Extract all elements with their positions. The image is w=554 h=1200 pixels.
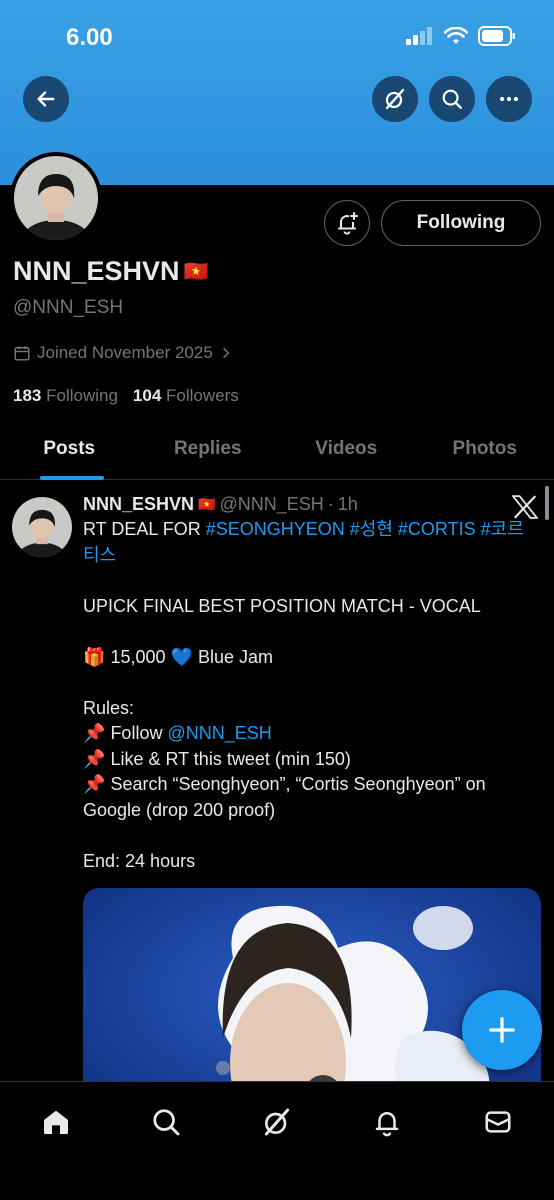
status-icons — [406, 26, 516, 46]
tab-replies[interactable]: Replies — [139, 418, 278, 479]
tweet-header: NNN_ESHVN 🇻🇳 @NNN_ESH · 1h — [83, 494, 543, 515]
grok-icon — [385, 88, 405, 110]
nav-messages[interactable] — [478, 1102, 518, 1142]
grok-button[interactable] — [372, 76, 418, 122]
followers-count: 104 — [132, 386, 162, 405]
tweet-prize-line: 🎁 15,000 💙 Blue Jam — [83, 645, 539, 671]
tweet-line-hashtags: RT DEAL FOR #SEONGHYEON #성현 #CORTIS #코르티… — [83, 517, 539, 568]
pin-emoji: 📌 — [83, 748, 106, 769]
hashtag-link[interactable]: #성현 — [350, 519, 393, 539]
search-button[interactable] — [429, 76, 475, 122]
nav-home[interactable] — [36, 1102, 76, 1142]
arrow-left-icon — [37, 91, 55, 107]
tweet-author-handle[interactable]: @NNN_ESH — [219, 494, 323, 515]
rule2-text: Like & RT this tweet (min 150) — [110, 748, 351, 769]
tweet-end-line: End: 24 hours — [83, 850, 196, 871]
battery-icon — [478, 26, 515, 46]
rule-item: 📌 Search “Seonghyeon”, “Cortis Seonghyeo… — [83, 772, 539, 823]
nav-search[interactable] — [146, 1102, 186, 1142]
followers-label: Followers — [166, 386, 239, 405]
tweet-separator: · — [327, 494, 334, 514]
profile-handle: @NNN_ESH — [13, 297, 124, 318]
rules-heading: Rules: — [83, 697, 135, 718]
bottom-navigation — [0, 1081, 554, 1200]
profile-name-text: NNN_ESHVN — [13, 256, 180, 286]
tweet-text: RT DEAL FOR #SEONGHYEON #성현 #CORTIS #코르티… — [83, 517, 539, 874]
status-time: 6.00 — [66, 24, 113, 51]
bell-plus-icon — [338, 212, 358, 235]
tweet-line1-prefix: RT DEAL FOR — [83, 519, 206, 539]
hashtag-link[interactable]: #CORTIS — [398, 519, 476, 539]
more-horizontal-icon — [500, 96, 518, 102]
joined-date-row[interactable]: Joined November 2025 — [13, 343, 233, 363]
wifi-icon — [444, 27, 468, 44]
tab-photos-label: Photos — [452, 437, 517, 459]
profile-tabs: Posts Replies Videos Photos — [0, 418, 554, 480]
tab-videos[interactable]: Videos — [277, 418, 416, 479]
gift-emoji: 🎁 — [83, 646, 106, 667]
following-button[interactable]: Following — [381, 200, 541, 246]
following-count: 183 — [13, 386, 42, 405]
tab-videos-label: Videos — [315, 437, 378, 459]
profile-display-name: NNN_ESHVN 🇻🇳 — [13, 256, 208, 287]
followers-count-link[interactable]: 104 Followers — [133, 386, 239, 406]
rule-item: 📌 Like & RT this tweet (min 150) — [83, 747, 539, 773]
tweet-title-line: UPICK FINAL BEST POSITION MATCH - VOCAL — [83, 595, 481, 616]
back-button[interactable] — [23, 76, 69, 122]
prize-label: Blue Jam — [197, 646, 273, 667]
tweet-item[interactable]: NNN_ESHVN 🇻🇳 @NNN_ESH · 1h RT DEAL FOR #… — [0, 481, 554, 1081]
notification-subscribe-button[interactable] — [324, 200, 370, 246]
rule-item: 📌 Follow @NNN_ESH — [83, 721, 539, 747]
rule1-prefix: Follow — [110, 723, 168, 743]
pin-emoji: 📌 — [83, 723, 106, 743]
tab-photos[interactable]: Photos — [416, 418, 554, 479]
joined-date-text: Joined November 2025 — [37, 343, 213, 362]
nav-grok[interactable] — [257, 1102, 297, 1142]
profile-avatar-image — [14, 156, 98, 240]
pin-emoji: 📌 — [83, 774, 106, 794]
hashtag-link[interactable]: #SEONGHYEON — [206, 519, 345, 539]
cellular-signal-icon — [406, 27, 432, 45]
tweet-body: NNN_ESHVN 🇻🇳 @NNN_ESH · 1h RT DEAL FOR #… — [83, 494, 543, 874]
chevron-right-icon — [222, 347, 230, 359]
search-icon — [442, 89, 462, 109]
following-label: Following — [46, 386, 118, 405]
prize-amount: 15,000 — [110, 646, 166, 667]
tab-posts-label: Posts — [43, 437, 96, 459]
home-icon — [44, 1110, 68, 1134]
bell-icon — [375, 1112, 399, 1137]
plus-icon — [489, 1017, 515, 1043]
mention-link[interactable]: @NNN_ESH — [167, 723, 271, 743]
tweet-author-name[interactable]: NNN_ESHVN — [83, 494, 194, 515]
follow-counts: 183 Following 104 Followers — [13, 386, 239, 406]
rule3-text: Search “Seonghyeon”, “Cortis Seonghyeon”… — [83, 774, 486, 820]
tweet-author-flag: 🇻🇳 — [198, 496, 216, 512]
search-icon — [153, 1109, 180, 1136]
tab-replies-label: Replies — [173, 437, 242, 459]
blue-heart-emoji: 💙 — [170, 646, 193, 667]
status-bar: 6.00 — [0, 0, 554, 70]
tab-posts[interactable]: Posts — [0, 418, 139, 480]
following-count-link[interactable]: 183 Following — [13, 386, 118, 406]
nav-notifications[interactable] — [367, 1102, 407, 1142]
calendar-icon — [14, 346, 30, 361]
active-tab-indicator — [40, 476, 104, 480]
scrollbar[interactable] — [545, 486, 549, 520]
compose-post-button[interactable] — [462, 990, 542, 1070]
tweet-time[interactable]: 1h — [338, 494, 358, 515]
vietnam-flag-emoji: 🇻🇳 — [183, 261, 209, 283]
tweet-author-avatar[interactable] — [12, 497, 72, 557]
mail-icon — [485, 1111, 511, 1133]
profile-avatar[interactable] — [10, 152, 102, 244]
more-options-button[interactable] — [486, 76, 532, 122]
grok-icon — [264, 1108, 290, 1136]
